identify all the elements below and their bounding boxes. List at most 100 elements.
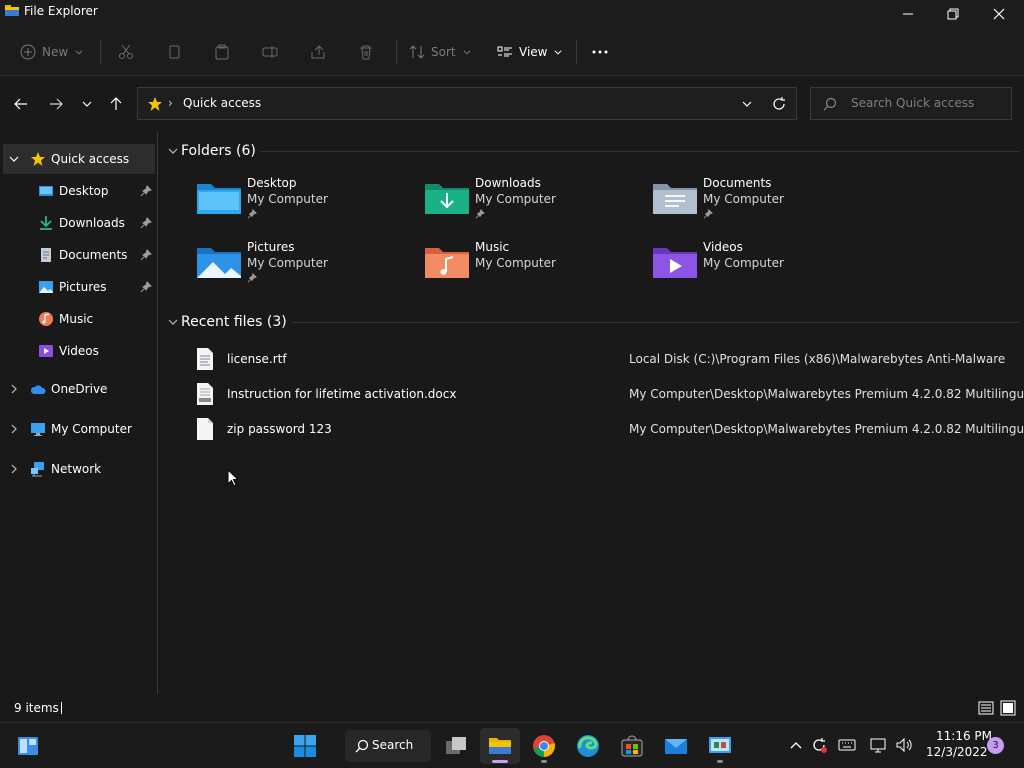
sidebar-item-onedrive[interactable]: OneDrive <box>3 374 155 404</box>
details-view-icon[interactable] <box>978 700 994 716</box>
control-panel-app[interactable] <box>700 728 740 764</box>
sidebar-item-desktop[interactable]: Desktop <box>3 176 155 206</box>
taskbar-search-button[interactable]: Search <box>345 730 431 762</box>
folder-tile-desktop[interactable]: Desktop My Computer <box>197 176 417 234</box>
pin-icon <box>247 273 257 283</box>
separator <box>100 40 101 64</box>
sidebar-item-documents[interactable]: Documents <box>3 240 155 270</box>
search-input[interactable]: Search Quick access <box>810 87 1012 120</box>
sync-icon[interactable] <box>810 736 828 754</box>
chevron-up-icon[interactable] <box>787 736 805 754</box>
sidebar-item-music[interactable]: Music <box>3 304 155 334</box>
document-icon <box>41 248 51 262</box>
chevron-right-icon[interactable] <box>8 383 20 395</box>
folder-tile-downloads[interactable]: Downloads My Computer <box>425 176 645 234</box>
arrow-up-icon <box>110 97 122 110</box>
close-button[interactable] <box>976 0 1022 28</box>
star-icon <box>148 97 162 111</box>
chevron-down-icon <box>82 101 92 107</box>
folder-tile-music[interactable]: Music My Computer <box>425 240 645 298</box>
pin-icon <box>140 217 152 229</box>
folder-tile-videos[interactable]: Videos My Computer <box>653 240 873 298</box>
clock-date[interactable]: 12/3/2022 <box>926 745 988 759</box>
sidebar-item-pictures[interactable]: Pictures <box>3 272 155 302</box>
folder-tile-documents[interactable]: Documents My Computer <box>653 176 873 234</box>
sidebar-item-label: Music <box>59 312 94 326</box>
new-button[interactable]: New <box>20 40 84 64</box>
notification-badge[interactable]: 3 <box>987 737 1004 754</box>
rename-button[interactable] <box>262 40 278 64</box>
chevron-right-icon[interactable] <box>8 463 20 475</box>
search-placeholder: Search Quick access <box>851 96 975 110</box>
folder-name: Videos <box>703 240 743 254</box>
edge-icon <box>577 735 599 757</box>
ellipsis-icon <box>592 50 608 54</box>
volume-icon[interactable] <box>895 736 913 754</box>
list-item[interactable]: Instruction for lifetime activation.docx… <box>195 380 1024 410</box>
paste-button[interactable] <box>214 40 230 64</box>
list-item[interactable]: license.rtf Local Disk (C:)\Program File… <box>195 345 1024 375</box>
clock-time[interactable]: 11:16 PM <box>936 729 992 743</box>
scissors-icon <box>119 44 133 59</box>
edge-app[interactable] <box>568 728 608 764</box>
address-bar[interactable]: › Quick access <box>137 87 797 120</box>
tiles-view-icon[interactable] <box>1000 700 1016 716</box>
file-explorer-app[interactable] <box>480 728 520 764</box>
chevron-down-icon[interactable] <box>8 153 20 165</box>
chevron-down-icon <box>463 50 471 55</box>
mail-app[interactable] <box>656 728 696 764</box>
copy-button[interactable] <box>166 40 182 64</box>
search-icon <box>355 739 369 753</box>
share-button[interactable] <box>310 40 326 64</box>
recent-group-header[interactable]: Recent files (3) <box>167 310 287 334</box>
file-path: My Computer\Desktop\Malwarebytes Premium… <box>629 422 1024 436</box>
pictures-folder-icon <box>197 248 241 278</box>
minimize-button[interactable] <box>885 0 931 28</box>
mail-icon <box>665 739 687 754</box>
delete-button[interactable] <box>358 40 374 64</box>
command-bar: New Sort View <box>0 28 1024 76</box>
task-view-button[interactable] <box>8 728 48 764</box>
cut-button[interactable] <box>118 40 134 64</box>
folder-name: Pictures <box>247 240 295 254</box>
restore-button[interactable] <box>930 0 976 28</box>
sidebar-item-my-computer[interactable]: My Computer <box>3 414 155 444</box>
task-view-app[interactable] <box>436 728 476 764</box>
sidebar-item-videos[interactable]: Videos <box>3 336 155 366</box>
refresh-icon[interactable] <box>771 96 787 112</box>
file-name: zip password 123 <box>227 422 332 436</box>
view-button[interactable]: View <box>497 40 563 64</box>
sidebar-item-network[interactable]: Network <box>3 454 155 484</box>
folders-group-header[interactable]: Folders (6) <box>167 139 256 163</box>
forward-button[interactable] <box>46 94 66 114</box>
keyboard-icon[interactable] <box>838 736 856 754</box>
sort-button[interactable]: Sort <box>409 40 472 64</box>
pin-icon <box>703 209 713 219</box>
list-item[interactable]: zip password 123 My Computer\Desktop\Mal… <box>195 415 1024 445</box>
start-button[interactable] <box>285 728 325 764</box>
back-button[interactable] <box>11 94 31 114</box>
chevron-down-icon[interactable] <box>740 97 754 111</box>
sidebar-item-downloads[interactable]: Downloads <box>3 208 155 238</box>
chevron-down-icon <box>168 319 178 325</box>
chevron-right-icon[interactable] <box>8 423 20 435</box>
sidebar-item-label: OneDrive <box>51 382 108 396</box>
store-app[interactable] <box>612 728 652 764</box>
chrome-app[interactable] <box>524 728 564 764</box>
more-options-button[interactable] <box>592 40 608 64</box>
status-bar: 9 items <box>0 694 1024 722</box>
navigation-row: › Quick access Search Quick access <box>0 76 1024 132</box>
music-icon <box>39 312 53 326</box>
recent-locations-button[interactable] <box>77 94 97 114</box>
file-name: Instruction for lifetime activation.docx <box>227 387 457 401</box>
divider <box>292 322 1019 323</box>
breadcrumb-location[interactable]: Quick access <box>183 96 261 110</box>
folder-tile-pictures[interactable]: Pictures My Computer <box>197 240 417 298</box>
download-icon <box>40 216 52 230</box>
file-name: license.rtf <box>227 352 287 366</box>
sidebar-item-quick-access[interactable]: Quick access <box>3 144 155 174</box>
up-button[interactable] <box>106 94 126 114</box>
network-status-icon[interactable] <box>870 736 888 754</box>
plus-circle-icon <box>20 44 36 60</box>
store-icon <box>621 735 643 757</box>
